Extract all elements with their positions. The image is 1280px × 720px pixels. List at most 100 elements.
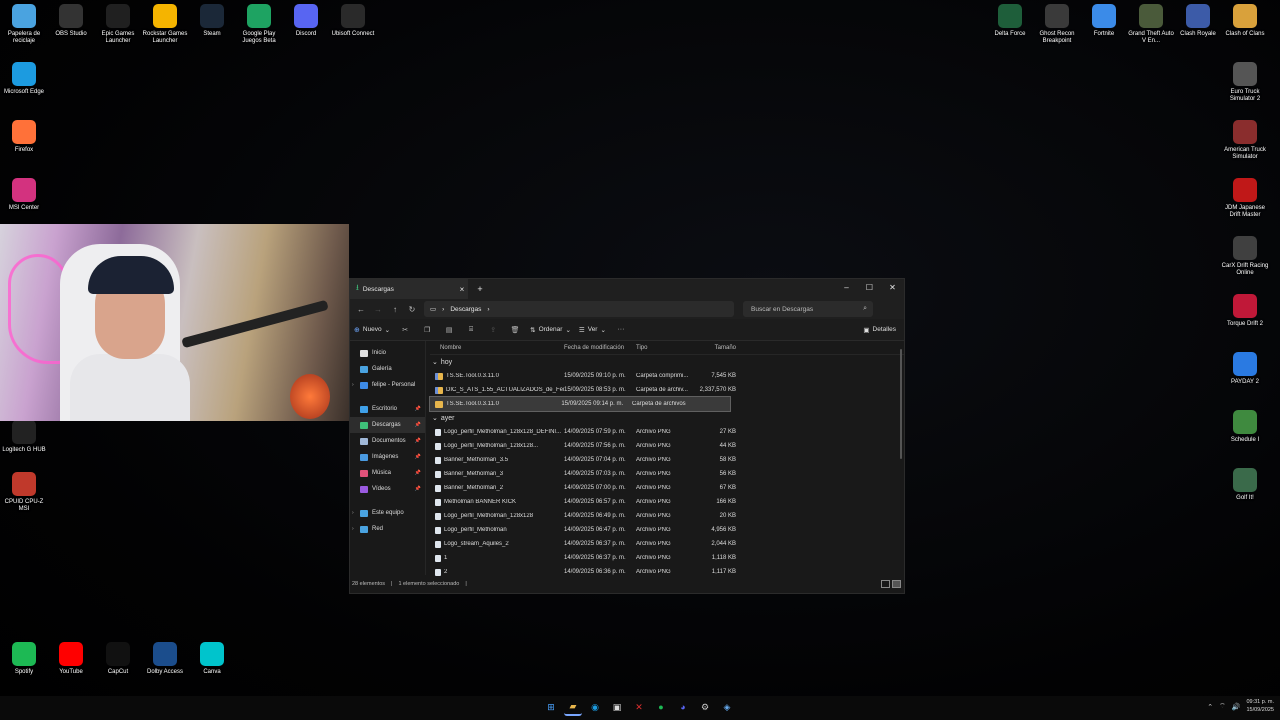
file-row[interactable]: 1 14/09/2025 06:37 p. m. Archivo PNG 1,118 …: [430, 551, 904, 565]
desktop-shortcut[interactable]: Spotify: [0, 642, 48, 676]
network-icon[interactable]: ⌔: [1219, 702, 1226, 711]
close-tab-icon[interactable]: ×: [456, 285, 468, 294]
desktop-shortcut[interactable]: YouTube: [47, 642, 95, 676]
more-options-icon[interactable]: ···: [614, 326, 628, 333]
desktop-shortcut[interactable]: Ubisoft Connect: [329, 4, 377, 38]
column-header-type[interactable]: Tipo: [636, 345, 696, 351]
discord-icon[interactable]: ◕: [674, 698, 692, 716]
desktop-shortcut[interactable]: Microsoft Edge: [0, 62, 48, 96]
sort-button[interactable]: ⇅ Ordenar ⌄: [530, 326, 571, 334]
settings-icon[interactable]: ⚙: [696, 698, 714, 716]
desktop-shortcut[interactable]: Euro Truck Simulator 2: [1221, 62, 1269, 103]
store-icon[interactable]: ▣: [608, 698, 626, 716]
desktop-shortcut[interactable]: OBS Studio: [47, 4, 95, 38]
desktop-shortcut[interactable]: CPUID CPU-Z MSI: [0, 472, 48, 513]
share-icon[interactable]: ⇪: [486, 326, 500, 334]
desktop-shortcut[interactable]: Firefox: [0, 120, 48, 154]
desktop-shortcut[interactable]: CapCut: [94, 642, 142, 676]
sidebar-item[interactable]: Imágenes 📌: [350, 449, 425, 465]
desktop-shortcut[interactable]: JDM Japanese Drift Master: [1221, 178, 1269, 219]
spotify-icon[interactable]: ●: [652, 698, 670, 716]
sidebar-item[interactable]: Descargas 📌: [350, 417, 425, 433]
new-tab-button[interactable]: +: [472, 284, 488, 294]
windows-start-icon[interactable]: ⊞: [542, 698, 560, 716]
breadcrumb-descargas[interactable]: Descargas: [450, 306, 481, 313]
sidebar-item[interactable]: › felipe - Personal: [350, 377, 425, 393]
desktop-shortcut[interactable]: Discord: [282, 4, 330, 38]
file-row[interactable]: TS.SE.Tool.0.3.11.0 15/09/2025 09:10 p. m…: [430, 369, 904, 383]
desktop-shortcut[interactable]: Schedule I: [1221, 410, 1269, 444]
desktop-shortcut[interactable]: Golf It!: [1221, 468, 1269, 502]
desktop-shortcut[interactable]: Google Play Juegos Beta: [235, 4, 283, 45]
clock[interactable]: 09:31 p. m. 15/09/2025: [1246, 699, 1274, 714]
desktop-shortcut[interactable]: MSI Center: [0, 178, 48, 212]
desktop-shortcut[interactable]: Canva: [188, 642, 236, 676]
column-header-name[interactable]: Nombre: [430, 345, 564, 351]
desktop-shortcut[interactable]: Delta Force: [986, 4, 1034, 38]
steam-icon[interactable]: ◈: [718, 698, 736, 716]
maximize-button[interactable]: ☐: [858, 279, 881, 299]
desktop-shortcut[interactable]: Dolby Access: [141, 642, 189, 676]
file-row[interactable]: Banner_Metholman_3 14/09/2025 07:03 p. m.…: [430, 467, 904, 481]
address-bar[interactable]: ▭ › Descargas ›: [424, 301, 734, 317]
desktop-shortcut[interactable]: Clash of Clans: [1221, 4, 1269, 38]
chevron-right-icon[interactable]: ›: [352, 382, 354, 388]
x-icon[interactable]: ✕: [630, 698, 648, 716]
desktop-shortcut[interactable]: PAYDAY 2: [1221, 352, 1269, 386]
details-view-button[interactable]: [881, 580, 890, 588]
desktop-shortcut[interactable]: Rockstar Games Launcher: [141, 4, 189, 45]
delete-icon[interactable]: 🗑: [508, 326, 522, 334]
copy-icon[interactable]: ❐: [420, 326, 434, 334]
sidebar-item[interactable]: Escritorio 📌: [350, 401, 425, 417]
desktop-shortcut[interactable]: Epic Games Launcher: [94, 4, 142, 45]
up-arrow-icon[interactable]: ↑: [388, 305, 402, 314]
file-row[interactable]: TS.SE.Tool.0.3.11.0 15/09/2025 09:14 p. m…: [429, 396, 731, 412]
minimize-button[interactable]: –: [835, 279, 858, 299]
vertical-scrollbar[interactable]: [900, 349, 902, 459]
desktop-shortcut[interactable]: American Truck Simulator: [1221, 120, 1269, 161]
close-window-button[interactable]: ✕: [881, 279, 904, 299]
edge-icon[interactable]: ◉: [586, 698, 604, 716]
file-row[interactable]: Banner_Metholman_3.5 14/09/2025 07:04 p. …: [430, 453, 904, 467]
forward-arrow-icon[interactable]: →: [371, 305, 385, 314]
tiles-view-button[interactable]: [892, 580, 901, 588]
sidebar-item[interactable]: Música 📌: [350, 465, 425, 481]
desktop-shortcut[interactable]: Steam: [188, 4, 236, 38]
view-button[interactable]: ☰ Ver ⌄: [579, 326, 606, 334]
desktop-shortcut[interactable]: Fortnite: [1080, 4, 1128, 38]
file-row[interactable]: Logo_perfil_Metholman_128x128... 14/09/20…: [430, 439, 904, 453]
sidebar-item[interactable]: Documentos 📌: [350, 433, 425, 449]
file-row[interactable]: Banner_Metholman_2 14/09/2025 07:00 p. m.…: [430, 481, 904, 495]
back-arrow-icon[interactable]: ←: [354, 305, 368, 314]
file-row[interactable]: Logo_perfil_Metholman_128x128 14/09/2025 …: [430, 509, 904, 523]
desktop-shortcut[interactable]: Grand Theft Auto V En...: [1127, 4, 1175, 45]
desktop-shortcut[interactable]: Papelera de reciclaje: [0, 4, 48, 45]
sidebar-item[interactable]: Vídeos 📌: [350, 481, 425, 497]
chevron-up-icon[interactable]: ⌃: [1207, 703, 1213, 711]
sidebar-item[interactable]: Inicio: [350, 345, 425, 361]
chevron-right-icon[interactable]: ›: [352, 510, 354, 516]
desktop-shortcut[interactable]: Ghost Recon Breakpoint: [1033, 4, 1081, 45]
cut-icon[interactable]: ✂: [398, 326, 412, 334]
sidebar-item[interactable]: › Red: [350, 521, 425, 537]
file-row[interactable]: Logo_stream_Aquiles_2 14/09/2025 06:37 p.…: [430, 537, 904, 551]
desktop-shortcut[interactable]: Logitech G HUB: [0, 420, 48, 454]
desktop-shortcut[interactable]: Clash Royale: [1174, 4, 1222, 38]
desktop-shortcut[interactable]: CarX Drift Racing Online: [1221, 236, 1269, 277]
new-button[interactable]: ⊕ Nuevo ⌄: [354, 326, 390, 334]
group-header[interactable]: ⌄ ayer: [430, 411, 904, 425]
sidebar-item[interactable]: › Este equipo: [350, 505, 425, 521]
rename-icon[interactable]: ⌸: [464, 326, 478, 334]
column-header-date[interactable]: Fecha de modificación: [564, 345, 636, 351]
volume-icon[interactable]: 🔊: [1232, 703, 1241, 711]
tab-descargas[interactable]: ⭳ Descargas ×: [350, 279, 468, 299]
file-row[interactable]: DIC_S_ATS_1.55_ACTUALIZADOS_de_Fer... 15/…: [430, 383, 904, 397]
search-input[interactable]: Buscar en Descargas ⌕: [743, 301, 873, 317]
file-explorer-icon[interactable]: ▰: [564, 698, 582, 716]
column-header-size[interactable]: Tamaño: [696, 345, 736, 351]
sidebar-item[interactable]: Galería: [350, 361, 425, 377]
file-row[interactable]: Logo_perfil_Metholman 14/09/2025 06:47 p.…: [430, 523, 904, 537]
paste-icon[interactable]: ▤: [442, 326, 456, 334]
file-row[interactable]: Logo_perfil_Metholman_128x128_DEFINI... 1…: [430, 425, 904, 439]
details-button[interactable]: ▣ Detalles: [863, 326, 896, 334]
